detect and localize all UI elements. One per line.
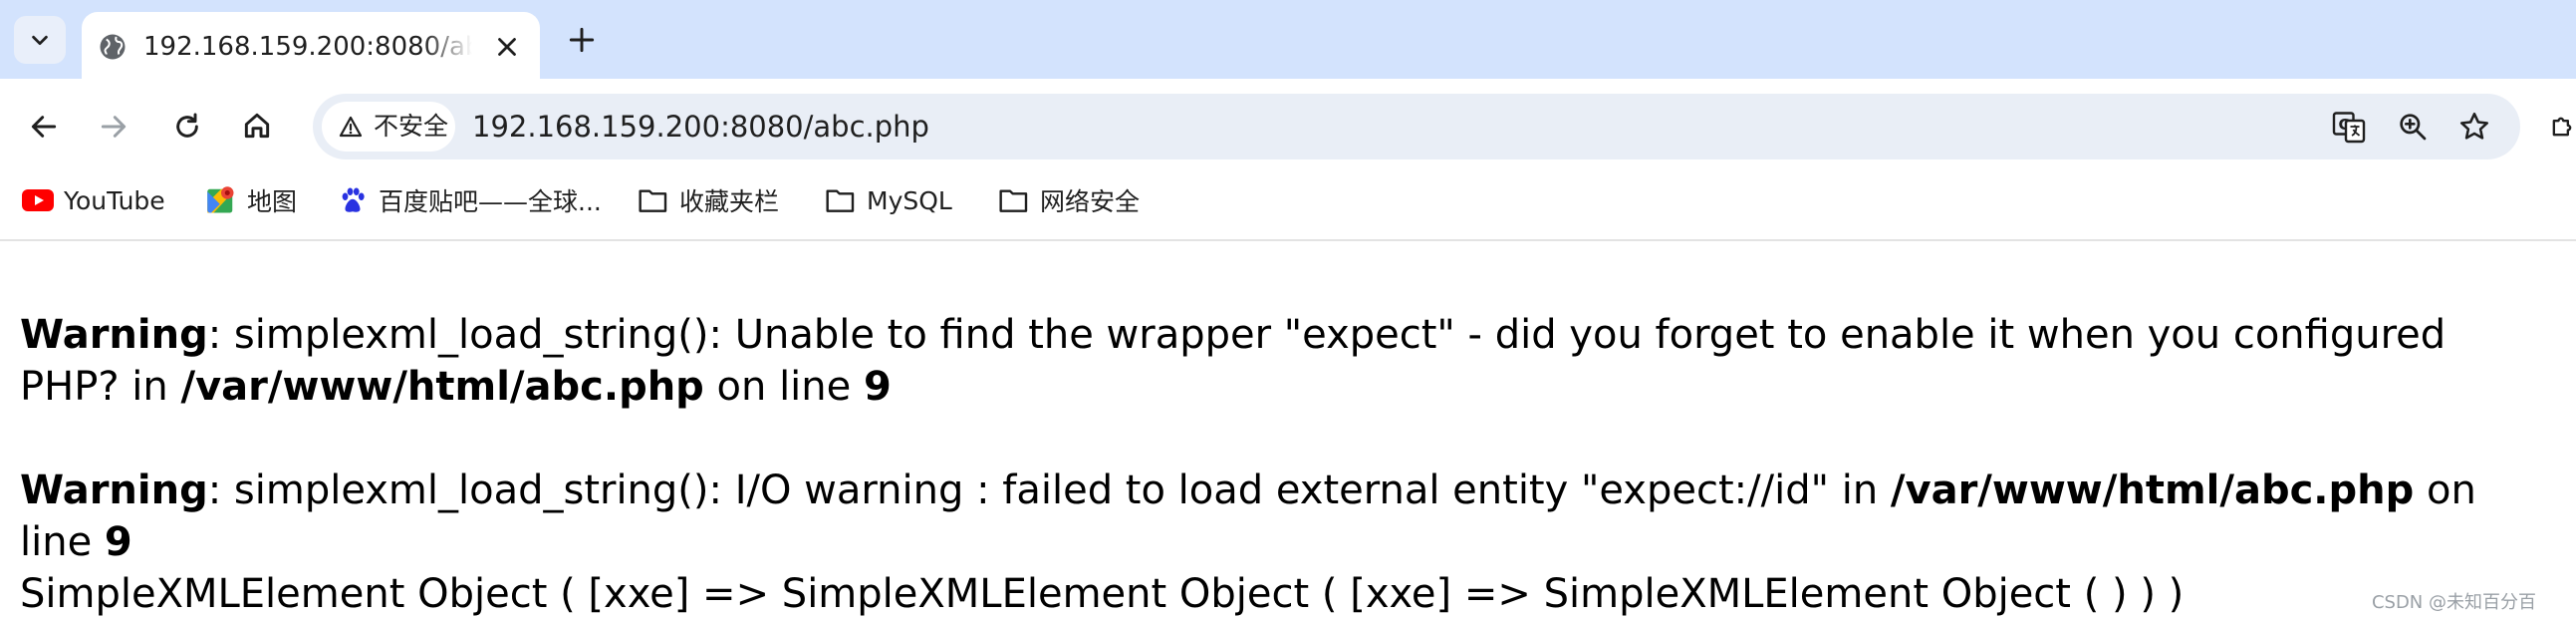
youtube-icon: [22, 184, 54, 216]
simplexml-output: SimpleXMLElement Object ( [xxe] => Simpl…: [20, 571, 2185, 617]
extensions-button[interactable]: [2548, 105, 2576, 149]
zoom-in-icon: [2400, 114, 2427, 141]
security-label: 不安全: [374, 112, 449, 141]
folder-icon: [638, 184, 669, 216]
warning-label: Warning: [20, 467, 208, 513]
chevron-down-icon: [32, 35, 48, 46]
folder-icon: [998, 184, 1030, 216]
arrow-left-icon: [31, 116, 57, 138]
back-button[interactable]: [22, 105, 66, 149]
bookmark-youtube[interactable]: YouTube: [22, 183, 165, 217]
page-content: Warning: simplexml_load_string(): Unable…: [20, 309, 2550, 620]
php-warning-2: Warning: simplexml_load_string(): I/O wa…: [20, 465, 2550, 568]
puzzle-icon: [2552, 117, 2572, 137]
warning-on-line: on line: [703, 364, 864, 410]
baidu-paw-icon: [337, 184, 369, 216]
star-icon: [2459, 112, 2489, 140]
bookmark-star-button[interactable]: [2454, 107, 2494, 147]
toolbar-divider: [0, 239, 2576, 241]
tab-search-button[interactable]: [14, 16, 66, 64]
bookmark-folder-mysql[interactable]: MySQL: [825, 183, 952, 217]
forward-button[interactable]: [92, 105, 135, 149]
tab-strip: 192.168.159.200:8080/abc.php: [0, 0, 2576, 79]
warning-file: /var/www/html/abc.php: [180, 364, 704, 410]
globe-icon: [100, 34, 126, 60]
zoom-button[interactable]: [2393, 107, 2433, 147]
warning-triangle-icon: [339, 116, 363, 138]
security-chip[interactable]: 不安全: [322, 102, 455, 152]
translate-icon: G: [2332, 112, 2366, 144]
translate-button[interactable]: G: [2329, 107, 2369, 147]
php-warning-1: Warning: simplexml_load_string(): Unable…: [20, 309, 2550, 413]
warning-line-number: 9: [104, 519, 132, 565]
maps-icon: [205, 184, 237, 216]
bookmark-maps[interactable]: 地图: [205, 183, 297, 217]
bookmark-folder-network-security[interactable]: 网络安全: [998, 183, 1140, 217]
active-tab[interactable]: 192.168.159.200:8080/abc.php: [82, 12, 540, 79]
folder-icon: [825, 184, 857, 216]
address-bar[interactable]: 不安全 192.168.159.200:8080/abc.php G: [313, 94, 2520, 159]
home-button[interactable]: [235, 104, 279, 148]
bookmark-folder-favorites[interactable]: 收藏夹栏: [638, 183, 779, 217]
arrow-right-icon: [101, 116, 127, 138]
url-text[interactable]: 192.168.159.200:8080/abc.php: [472, 110, 929, 144]
bookmark-baidu-tieba[interactable]: 百度贴吧——全球...: [337, 183, 602, 217]
reload-icon: [176, 113, 198, 138]
bookmarks-bar: YouTube 地图 百度贴吧——全球... 收藏夹栏 MySQL 网络安全: [0, 173, 2576, 225]
warning-line-number: 9: [863, 364, 892, 410]
watermark: CSDN @未知百分百: [2371, 592, 2536, 613]
new-tab-plus-icon[interactable]: [566, 24, 598, 56]
close-icon[interactable]: [492, 32, 522, 62]
warning-label: Warning: [20, 312, 208, 358]
warning-message: : simplexml_load_string(): I/O warning :…: [207, 467, 1891, 513]
reload-button[interactable]: [165, 105, 209, 149]
home-icon: [244, 113, 270, 139]
tab-title: 192.168.159.200:8080/abc.php: [143, 32, 472, 62]
warning-file: /var/www/html/abc.php: [1890, 467, 2415, 513]
